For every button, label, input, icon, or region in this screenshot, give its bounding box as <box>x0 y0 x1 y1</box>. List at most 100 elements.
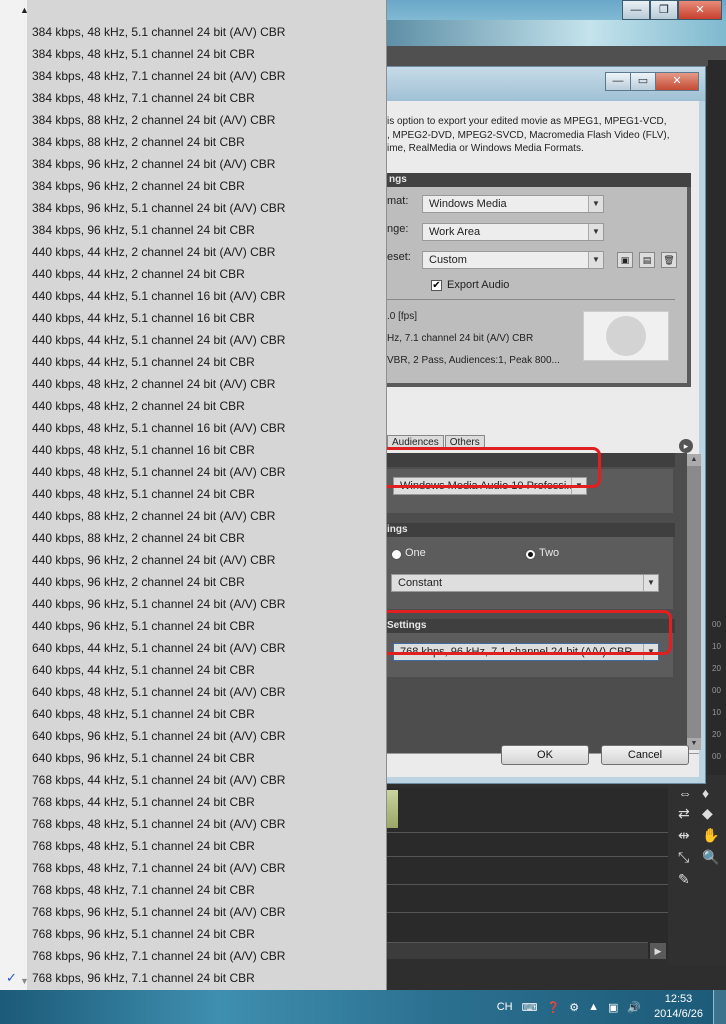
show-hidden-icons-icon[interactable]: ▲ <box>588 1001 599 1013</box>
list-item[interactable]: 768 kbps, 44 kHz, 5.1 channel 24 bit (A/… <box>0 769 386 791</box>
ok-button[interactable]: OK <box>501 745 589 765</box>
list-item[interactable]: 384 kbps, 48 kHz, 7.1 channel 24 bit CBR <box>0 87 386 109</box>
bitrate-mode-dropdown[interactable]: Constant ▼ <box>391 574 659 592</box>
rate-stretch-icon[interactable]: ⤡ <box>678 849 689 866</box>
scroll-down-icon[interactable]: ▼ <box>687 738 701 750</box>
list-item[interactable]: 440 kbps, 44 kHz, 5.1 channel 16 bit (A/… <box>0 285 386 307</box>
slip-tool-icon[interactable]: ◆ <box>702 805 713 822</box>
close-icon[interactable]: ✕ <box>678 0 722 20</box>
list-item[interactable]: 440 kbps, 88 kHz, 2 channel 24 bit (A/V)… <box>0 505 386 527</box>
list-item[interactable]: 640 kbps, 96 kHz, 5.1 channel 24 bit (A/… <box>0 725 386 747</box>
list-item[interactable]: 768 kbps, 48 kHz, 7.1 channel 24 bit CBR <box>0 879 386 901</box>
list-item[interactable]: 768 kbps, 48 kHz, 5.1 channel 24 bit CBR <box>0 835 386 857</box>
export-audio-label: Export Audio <box>447 279 510 291</box>
list-item[interactable]: 440 kbps, 48 kHz, 5.1 channel 24 bit CBR <box>0 483 386 505</box>
system-tray: CH ⌨ ❓ ⚙ ▲ ▣ 🔊 12:53 2014/6/26 <box>497 990 726 1024</box>
import-preset-icon[interactable]: ▤ <box>639 252 655 268</box>
list-item[interactable]: 768 kbps, 48 kHz, 5.1 channel 24 bit (A/… <box>0 813 386 835</box>
list-item[interactable]: ✓ 768 kbps, 96 kHz, 7.1 channel 24 bit CB… <box>0 967 386 989</box>
save-preset-icon[interactable]: ▣ <box>617 252 633 268</box>
list-item-label: 440 kbps, 48 kHz, 5.1 channel 24 bit CBR <box>32 487 255 501</box>
list-item[interactable]: 440 kbps, 88 kHz, 2 channel 24 bit CBR <box>0 527 386 549</box>
timeline-horizontal-scrollbar[interactable]: ▶ <box>386 942 666 959</box>
rolling-edit-icon[interactable]: ⇹ <box>678 827 690 844</box>
list-item[interactable]: 640 kbps, 48 kHz, 5.1 channel 24 bit (A/… <box>0 681 386 703</box>
settings-icon[interactable]: ⚙ <box>569 1001 579 1014</box>
summary-mode: VBR, 2 Pass, Audiences:1, Peak 800... <box>387 355 560 366</box>
network-icon[interactable]: ▣ <box>608 1001 618 1014</box>
range-value: Work Area <box>429 226 481 238</box>
panel-menu-icon[interactable]: ▸ <box>679 439 693 453</box>
list-item[interactable]: 440 kbps, 44 kHz, 2 channel 24 bit (A/V)… <box>0 241 386 263</box>
hand-tool-icon[interactable]: ✋ <box>702 827 719 844</box>
delete-preset-icon[interactable]: 🗑 <box>661 252 677 268</box>
list-item[interactable]: 440 kbps, 44 kHz, 2 channel 24 bit CBR <box>0 263 386 285</box>
list-item[interactable]: 440 kbps, 48 kHz, 2 channel 24 bit CBR <box>0 395 386 417</box>
list-item[interactable]: 440 kbps, 48 kHz, 5.1 channel 16 bit CBR <box>0 439 386 461</box>
audio-format-popup-list[interactable]: ▲ 384 kbps, 48 kHz, 5.1 channel 24 bit (… <box>0 0 387 990</box>
list-item[interactable]: 384 kbps, 96 kHz, 5.1 channel 24 bit CBR <box>0 219 386 241</box>
ripple-tool-icon[interactable]: ⇔ <box>678 785 692 801</box>
list-item[interactable]: 440 kbps, 96 kHz, 2 channel 24 bit (A/V)… <box>0 549 386 571</box>
list-item[interactable]: 384 kbps, 88 kHz, 2 channel 24 bit (A/V)… <box>0 109 386 131</box>
list-item[interactable]: 768 kbps, 96 kHz, 5.1 channel 24 bit CBR <box>0 923 386 945</box>
maximize-icon[interactable]: ❐ <box>650 0 678 20</box>
list-item[interactable]: 440 kbps, 48 kHz, 5.1 channel 16 bit (A/… <box>0 417 386 439</box>
slide-tool-icon[interactable]: ⇄ <box>678 805 690 822</box>
list-item-label: 440 kbps, 88 kHz, 2 channel 24 bit (A/V)… <box>32 509 276 523</box>
list-item[interactable]: 440 kbps, 48 kHz, 5.1 channel 24 bit (A/… <box>0 461 386 483</box>
list-item[interactable]: 640 kbps, 44 kHz, 5.1 channel 24 bit CBR <box>0 659 386 681</box>
scroll-right-icon[interactable]: ▶ <box>650 943 666 959</box>
format-dropdown[interactable]: Windows Media ▼ <box>422 195 604 213</box>
dialog-maximize-icon[interactable]: ▭ <box>630 72 656 91</box>
list-item-label: 384 kbps, 88 kHz, 2 channel 24 bit CBR <box>32 135 245 149</box>
razor-tool-icon[interactable]: ✎ <box>678 871 690 888</box>
zoom-tool-icon[interactable]: 🔍 <box>702 849 719 866</box>
list-item[interactable]: 768 kbps, 96 kHz, 5.1 channel 24 bit (A/… <box>0 901 386 923</box>
ime-indicator[interactable]: CH <box>497 1001 513 1013</box>
export-description: is option to export your edited movie as… <box>387 116 670 154</box>
export-settings-section: ngs mat: Windows Media ▼ nge: Work Area … <box>387 173 691 387</box>
dialog-minimize-icon[interactable]: — <box>605 72 631 91</box>
system-clock[interactable]: 12:53 2014/6/26 <box>654 992 703 1022</box>
range-dropdown[interactable]: Work Area ▼ <box>422 223 604 241</box>
list-item[interactable]: 440 kbps, 44 kHz, 5.1 channel 24 bit CBR <box>0 351 386 373</box>
list-item[interactable]: 440 kbps, 96 kHz, 2 channel 24 bit CBR <box>0 571 386 593</box>
video-clip[interactable] <box>386 790 398 828</box>
list-item[interactable]: 768 kbps, 96 kHz, 7.1 channel 24 bit (A/… <box>0 945 386 967</box>
list-item[interactable]: 440 kbps, 96 kHz, 5.1 channel 24 bit CBR <box>0 615 386 637</box>
list-item[interactable]: 768 kbps, 44 kHz, 5.1 channel 24 bit CBR <box>0 791 386 813</box>
list-item[interactable]: 640 kbps, 48 kHz, 5.1 channel 24 bit CBR <box>0 703 386 725</box>
export-audio-checkbox[interactable]: ✔ <box>431 280 442 291</box>
passes-two-radio[interactable] <box>525 549 536 560</box>
list-item[interactable]: 640 kbps, 96 kHz, 5.1 channel 24 bit CBR <box>0 747 386 769</box>
popup-scroll-up-icon[interactable]: ▲ <box>20 5 29 15</box>
list-item[interactable]: 384 kbps, 48 kHz, 7.1 channel 24 bit (A/… <box>0 65 386 87</box>
pen-tool-icon[interactable]: ♦ <box>702 785 709 801</box>
popup-scroll-down-icon[interactable]: ▼ <box>20 976 29 986</box>
list-item[interactable]: 440 kbps, 96 kHz, 5.1 channel 24 bit (A/… <box>0 593 386 615</box>
preset-dropdown[interactable]: Custom ▼ <box>422 251 604 269</box>
list-item-label: 440 kbps, 44 kHz, 2 channel 24 bit (A/V)… <box>32 245 276 259</box>
list-item[interactable]: 384 kbps, 96 kHz, 2 channel 24 bit CBR <box>0 175 386 197</box>
show-desktop-button[interactable] <box>713 990 726 1024</box>
minimize-icon[interactable]: — <box>622 0 650 20</box>
list-item[interactable]: 384 kbps, 88 kHz, 2 channel 24 bit CBR <box>0 131 386 153</box>
scroll-up-icon[interactable]: ▲ <box>687 454 701 466</box>
keyboard-icon[interactable]: ⌨ <box>522 1001 538 1014</box>
list-item[interactable]: 384 kbps, 96 kHz, 5.1 channel 24 bit (A/… <box>0 197 386 219</box>
settings-vertical-scrollbar[interactable]: ▲ ▼ <box>687 454 701 750</box>
list-item[interactable]: 384 kbps, 48 kHz, 5.1 channel 24 bit CBR <box>0 43 386 65</box>
list-item[interactable]: 768 kbps, 48 kHz, 7.1 channel 24 bit (A/… <box>0 857 386 879</box>
list-item[interactable]: 384 kbps, 48 kHz, 5.1 channel 24 bit (A/… <box>0 21 386 43</box>
list-item[interactable]: 440 kbps, 48 kHz, 2 channel 24 bit (A/V)… <box>0 373 386 395</box>
list-item[interactable]: 640 kbps, 44 kHz, 5.1 channel 24 bit (A/… <box>0 637 386 659</box>
help-icon[interactable]: ❓ <box>546 1001 560 1014</box>
cancel-button[interactable]: Cancel <box>601 745 689 765</box>
dialog-close-icon[interactable]: ✕ <box>655 72 699 91</box>
volume-icon[interactable]: 🔊 <box>627 1001 641 1014</box>
list-item[interactable]: 440 kbps, 44 kHz, 5.1 channel 16 bit CBR <box>0 307 386 329</box>
list-item[interactable]: 384 kbps, 96 kHz, 2 channel 24 bit (A/V)… <box>0 153 386 175</box>
list-item[interactable]: 440 kbps, 44 kHz, 5.1 channel 24 bit (A/… <box>0 329 386 351</box>
passes-one-radio[interactable] <box>391 549 402 560</box>
